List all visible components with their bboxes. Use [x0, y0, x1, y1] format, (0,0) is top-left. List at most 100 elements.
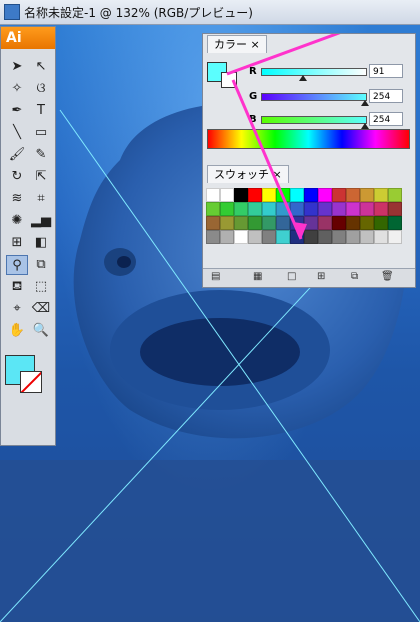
swatch[interactable]	[206, 188, 220, 202]
b-value-field[interactable]: 254	[369, 112, 403, 126]
swatch[interactable]	[346, 216, 360, 230]
r-slider-track[interactable]	[261, 68, 367, 76]
rectangle-tool[interactable]: ▭	[30, 123, 52, 143]
swatch[interactable]	[248, 230, 262, 244]
zoom-tool[interactable]: 🔍	[30, 321, 52, 341]
tab-swatches[interactable]: スウォッチ ×	[207, 165, 289, 183]
swatch[interactable]	[374, 188, 388, 202]
swatch[interactable]	[234, 230, 248, 244]
swatch[interactable]	[276, 230, 290, 244]
swatch[interactable]	[276, 216, 290, 230]
swatch[interactable]	[374, 202, 388, 216]
swatch[interactable]	[388, 188, 402, 202]
new-color-group-icon[interactable]: ⊞	[317, 271, 325, 282]
swatch[interactable]	[276, 202, 290, 216]
b-slider-track[interactable]	[261, 116, 367, 124]
paintbrush-tool[interactable]: 🖌	[6, 145, 28, 165]
swatch[interactable]	[304, 202, 318, 216]
swatch[interactable]	[304, 216, 318, 230]
r-value-field[interactable]: 91	[369, 64, 403, 78]
swatch[interactable]	[290, 216, 304, 230]
swatch[interactable]	[332, 202, 346, 216]
close-icon[interactable]: ×	[251, 38, 260, 51]
pencil-tool[interactable]: ✎	[30, 145, 52, 165]
swatch[interactable]	[206, 202, 220, 216]
swatch[interactable]	[220, 188, 234, 202]
swatch[interactable]	[276, 188, 290, 202]
gradient-tool[interactable]: ◧	[30, 233, 52, 253]
swatch[interactable]	[234, 202, 248, 216]
symbol-sprayer-tool[interactable]: ✺	[6, 211, 28, 231]
swatch[interactable]	[220, 216, 234, 230]
warp-tool[interactable]: ≋	[6, 189, 28, 209]
close-icon[interactable]: ×	[273, 168, 282, 181]
swatch[interactable]	[220, 230, 234, 244]
swatch[interactable]	[262, 202, 276, 216]
swatch[interactable]	[318, 188, 332, 202]
free-transform-tool[interactable]: ⌗	[30, 189, 52, 209]
swatch[interactable]	[360, 188, 374, 202]
stroke-color-swatch[interactable]	[20, 371, 42, 393]
lasso-tool[interactable]: ଓ	[30, 79, 52, 99]
swatch[interactable]	[318, 230, 332, 244]
swatch[interactable]	[388, 216, 402, 230]
hand-tool[interactable]: ✋	[6, 321, 28, 341]
swatch[interactable]	[346, 230, 360, 244]
swatch[interactable]	[318, 216, 332, 230]
swatch[interactable]	[304, 188, 318, 202]
color-panel[interactable]: カラー × R 91 G 254 B 254 スウォッチ × ▤ ▦ □ ⊞ ⧉…	[202, 33, 416, 288]
swatch[interactable]	[248, 202, 262, 216]
pen-tool[interactable]: ✒	[6, 101, 28, 121]
g-slider-track[interactable]	[261, 93, 367, 101]
swatch[interactable]	[234, 216, 248, 230]
selection-tool[interactable]: ➤	[6, 57, 28, 77]
swatch[interactable]	[388, 230, 402, 244]
swatch[interactable]	[388, 202, 402, 216]
line-tool[interactable]: ╲	[6, 123, 28, 143]
swatch[interactable]	[360, 202, 374, 216]
rotate-tool[interactable]: ↻	[6, 167, 28, 187]
g-value-field[interactable]: 254	[369, 89, 403, 103]
swatch[interactable]	[332, 230, 346, 244]
swatch[interactable]	[290, 202, 304, 216]
swatch[interactable]	[262, 230, 276, 244]
swatch[interactable]	[206, 230, 220, 244]
swatch[interactable]	[374, 230, 388, 244]
swatch-library-icon[interactable]: ▤	[211, 271, 220, 282]
direct-selection-tool[interactable]: ↖	[30, 57, 52, 77]
live-paint-bucket-tool[interactable]: ⛾	[6, 277, 28, 297]
swatch[interactable]	[290, 188, 304, 202]
blend-tool[interactable]: ⧉	[30, 255, 52, 275]
magic-wand-tool[interactable]: ✧	[6, 79, 28, 99]
swatch-grid[interactable]	[206, 188, 402, 244]
tab-color[interactable]: カラー ×	[207, 35, 267, 53]
eyedropper-tool[interactable]: ⚲	[6, 255, 28, 275]
swatch[interactable]	[234, 188, 248, 202]
mesh-tool[interactable]: ⊞	[6, 233, 28, 253]
swatch[interactable]	[262, 216, 276, 230]
tools-panel[interactable]: Ai ➤ ↖ ✧ ଓ ✒ T ╲ ▭ 🖌 ✎ ↻ ⇱ ≋ ⌗ ✺ ▂▅ ⊞ ◧ ⚲ ⧉ ⛾ ⬚ ⌖ ⌫ ✋ 🔍	[0, 26, 56, 446]
swatch[interactable]	[374, 216, 388, 230]
swatch[interactable]	[360, 230, 374, 244]
swatch-options-icon[interactable]: □	[287, 271, 296, 282]
column-graph-tool[interactable]: ▂▅	[30, 211, 52, 231]
swatch[interactable]	[220, 202, 234, 216]
r-slider-thumb[interactable]	[299, 75, 307, 81]
swatch[interactable]	[248, 188, 262, 202]
swatch-kinds-icon[interactable]: ▦	[253, 271, 262, 282]
crop-area-tool[interactable]: ⌖	[6, 299, 28, 319]
new-swatch-icon[interactable]: ⧉	[351, 271, 358, 282]
swatch[interactable]	[346, 202, 360, 216]
swatch[interactable]	[346, 188, 360, 202]
swatch[interactable]	[290, 230, 304, 244]
swatch[interactable]	[332, 216, 346, 230]
swatch[interactable]	[318, 202, 332, 216]
scale-tool[interactable]: ⇱	[30, 167, 52, 187]
eraser-tool[interactable]: ⌫	[30, 299, 52, 319]
swatch[interactable]	[206, 216, 220, 230]
type-tool[interactable]: T	[30, 101, 52, 121]
g-slider-thumb[interactable]	[361, 100, 369, 106]
delete-swatch-icon[interactable]: 🗑	[381, 271, 394, 282]
live-paint-selection-tool[interactable]: ⬚	[30, 277, 52, 297]
swatch[interactable]	[304, 230, 318, 244]
